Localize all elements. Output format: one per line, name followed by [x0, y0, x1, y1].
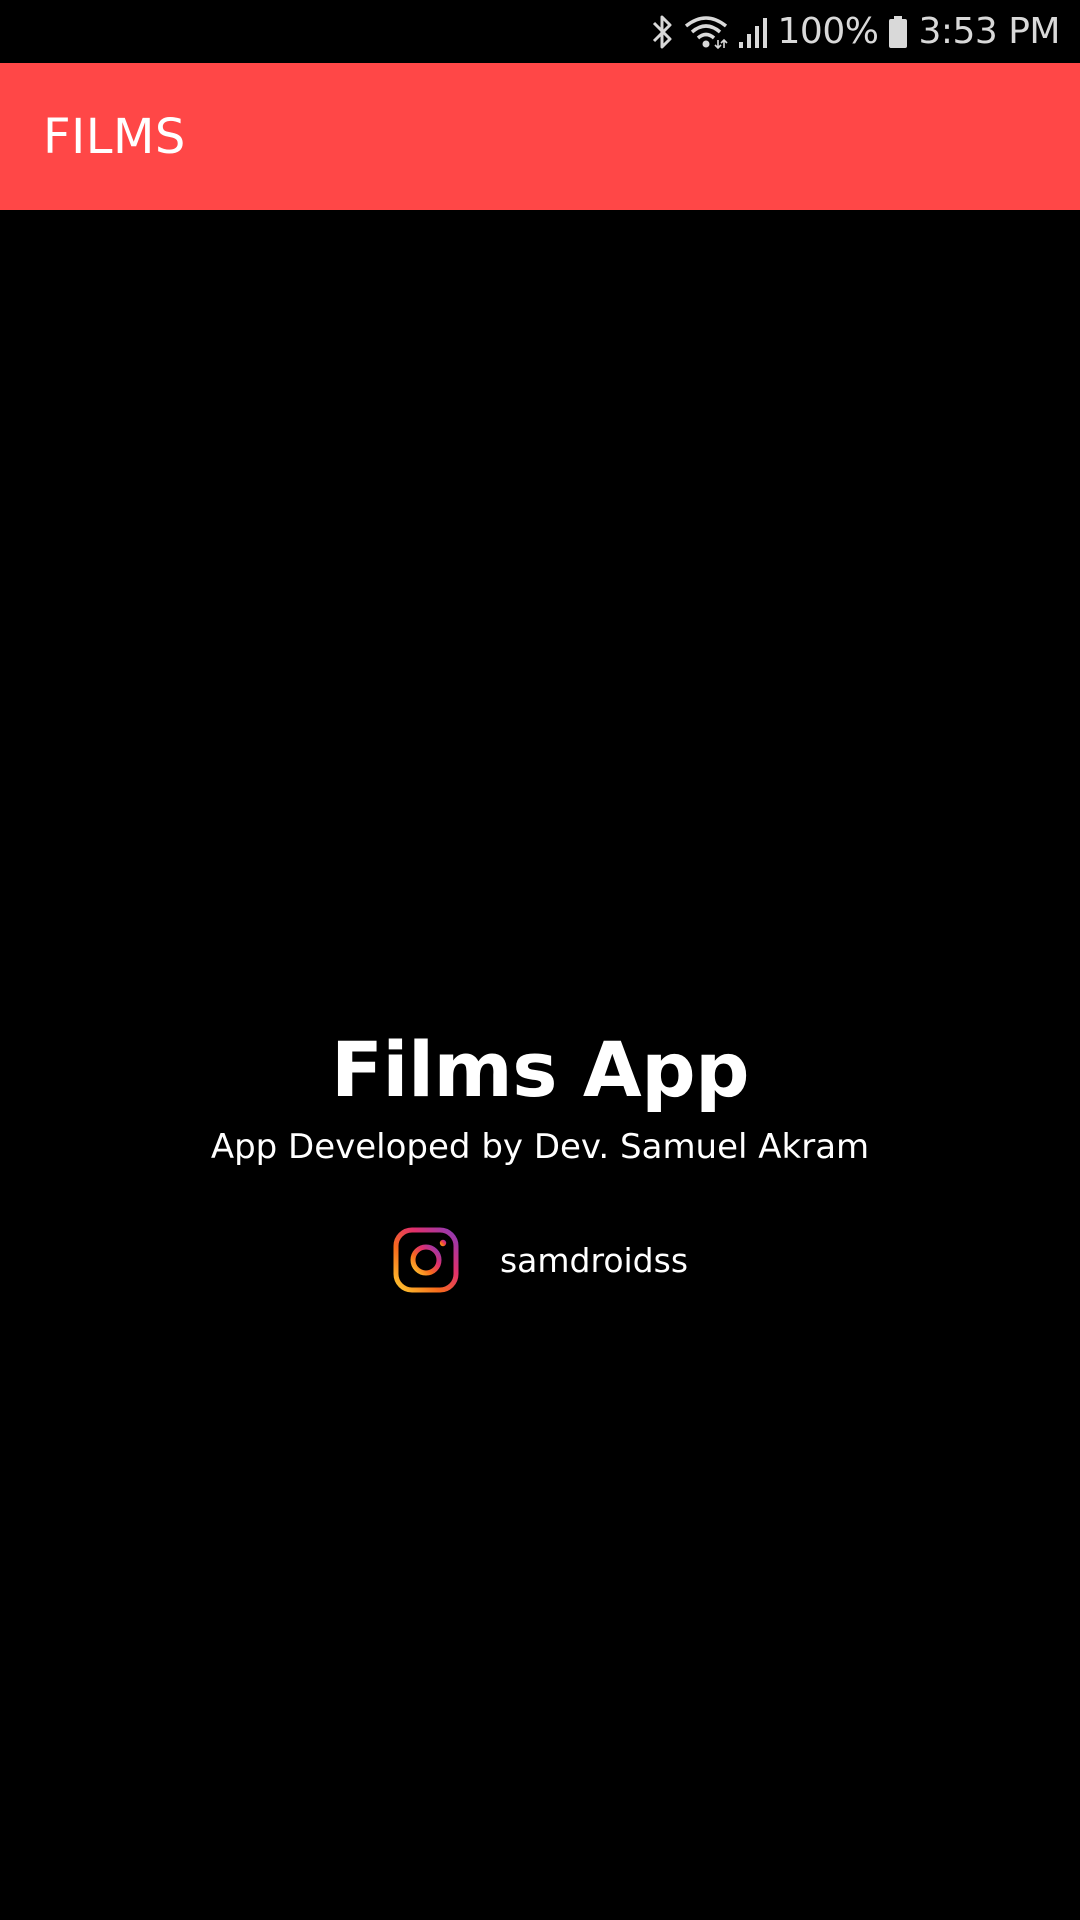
- status-bar: 100% 3:53 PM: [0, 0, 1080, 63]
- app-bar-title: FILMS: [43, 108, 186, 165]
- about-section: Films App App Developed by Dev. Samuel A…: [0, 1020, 1080, 1299]
- app-bar: FILMS: [0, 63, 1080, 210]
- app-name: Films App: [330, 1025, 750, 1114]
- bluetooth-icon: [650, 12, 674, 52]
- screen: 100% 3:53 PM FILMS Films App App Develop…: [0, 0, 1080, 1920]
- instagram-link[interactable]: samdroidss: [392, 1226, 688, 1294]
- instagram-handle[interactable]: samdroidss: [500, 1241, 688, 1280]
- battery-percent: 100%: [777, 11, 879, 52]
- signal-icon: [738, 12, 768, 52]
- instagram-icon[interactable]: [392, 1226, 460, 1294]
- wifi-icon: [684, 12, 728, 52]
- status-time: 3:53 PM: [918, 11, 1060, 52]
- developer-credit: App Developed by Dev. Samuel Akram: [210, 1127, 870, 1167]
- battery-icon: [888, 12, 908, 52]
